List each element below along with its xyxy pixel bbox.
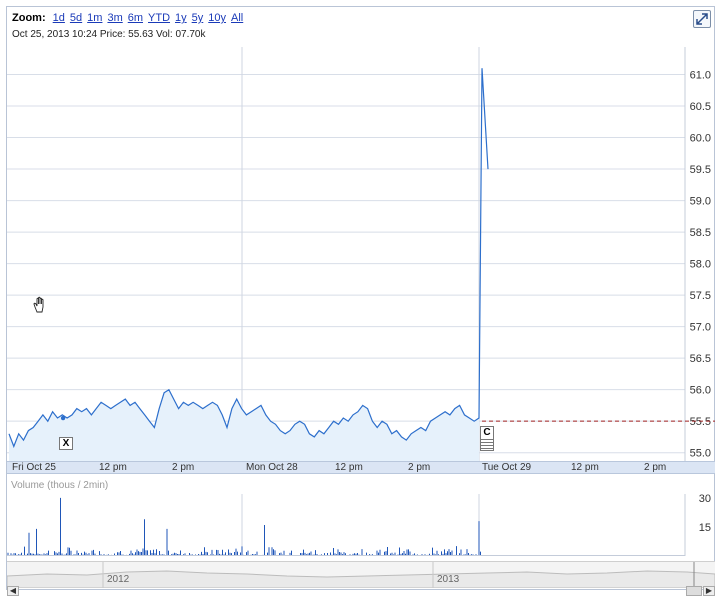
zoom-option-1m[interactable]: 1m [87,12,102,24]
navigator-year-label: 2013 [437,574,460,585]
volume-title: Volume (thous / 2min) [11,480,109,491]
y-tick-label: 60.5 [690,101,711,113]
x-tick-label: 2 pm [644,462,667,473]
time-axis: Fri Oct 25 12 pm 2 pm Mon Oct 28 12 pm 2… [7,461,715,474]
zoom-option-1d[interactable]: 1d [53,12,65,24]
navigator-year-label: 2012 [107,574,130,585]
x-tick-label: 2 pm [408,462,431,473]
range-navigator[interactable]: 2012 2013 [7,561,715,588]
zoom-option-3m[interactable]: 3m [107,12,122,24]
y-tick-label: 55.0 [690,448,711,460]
x-tick-label: 12 pm [99,462,127,473]
x-tick-label: 12 pm [571,462,599,473]
y-tick-label: 60.0 [690,133,711,145]
volume-tick-label: 15 [699,522,711,534]
y-tick-label: 61.5 [690,47,711,50]
y-tick-label: 59.5 [690,164,711,176]
zoom-option-6m[interactable]: 6m [128,12,143,24]
zoom-option-10y[interactable]: 10y [208,12,226,24]
price-area-fill [9,389,479,462]
expand-button[interactable] [693,10,711,28]
price-info-line: Oct 25, 2013 10:24 Price: 55.63 Vol: 07.… [12,29,206,40]
zoom-label: Zoom: [12,12,46,24]
price-chart[interactable]: 61.5 61.0 60.5 60.0 59.5 59.0 58.5 58.0 57.5 57.0… [7,47,715,462]
event-flag-x[interactable]: X [59,437,73,450]
y-tick-label: 59.0 [690,196,711,208]
x-tick-label: 2 pm [172,462,195,473]
volume-tick-label: 30 [699,494,711,505]
event-flag-c[interactable]: C [480,426,494,440]
volume-chart: 30 15 [7,494,711,556]
zoom-option-1y[interactable]: 1y [175,12,187,24]
y-tick-label: 57.5 [690,290,711,302]
y-tick-label: 61.0 [690,70,711,82]
y-tick-label: 55.5 [690,416,711,428]
y-tick-label: 56.5 [690,353,711,365]
x-tick-label: Fri Oct 25 [12,462,56,473]
y-tick-label: 58.0 [690,259,711,271]
scroll-thumb[interactable] [686,586,702,596]
expand-icon [696,13,708,25]
zoom-option-all[interactable]: All [231,12,243,24]
y-tick-label: 56.0 [690,385,711,397]
x-tick-label: Tue Oct 29 [482,462,532,473]
hand-cursor-icon [32,296,48,318]
x-tick-label: Mon Oct 28 [246,462,298,473]
event-flag-stack [480,440,494,451]
price-marker [60,415,66,421]
y-tick-label: 57.0 [690,322,711,334]
zoom-option-5d[interactable]: 5d [70,12,82,24]
y-tick-label: 58.5 [690,227,711,239]
scroll-right-button[interactable]: ▶ [703,586,715,596]
x-tick-label: 12 pm [335,462,363,473]
zoom-bar: Zoom: 1d 5d 1m 3m 6m YTD 1y 5y 10y All [12,12,248,24]
scroll-left-button[interactable]: ◀ [7,586,19,596]
zoom-option-5y[interactable]: 5y [192,12,204,24]
zoom-option-ytd[interactable]: YTD [148,12,170,24]
